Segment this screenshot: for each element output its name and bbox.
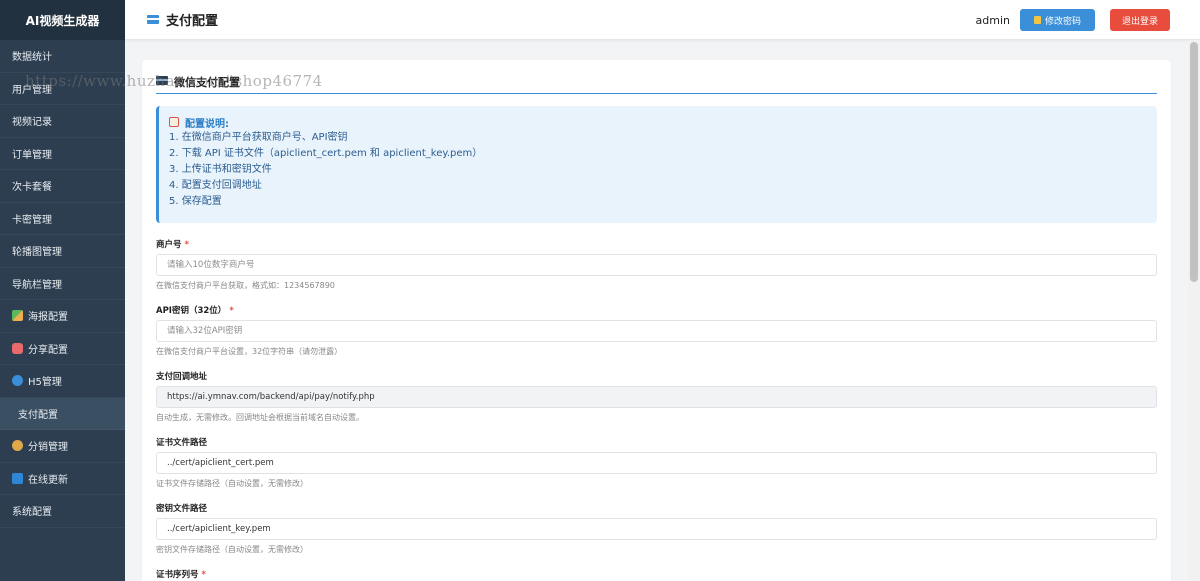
credit-card-icon	[147, 15, 159, 24]
config-info-box: 配置说明: 1. 在微信商户平台获取商户号、API密钥 2. 下载 API 证书…	[156, 106, 1157, 223]
key-path-label: 密钥文件路径	[156, 504, 208, 514]
panel-title: 微信支付配置	[156, 74, 1157, 94]
sidebar-item-share[interactable]: 分享配置	[0, 333, 125, 365]
sidebar-item-card-keys[interactable]: 卡密管理	[0, 203, 125, 235]
sidebar-item-label: 分享配置	[28, 344, 68, 356]
sidebar: AI视频生成器 数据统计 用户管理 视频记录 订单管理 次卡套餐 卡密管理 轮播…	[0, 0, 125, 581]
cert-path-label: 证书文件路径	[156, 438, 208, 448]
page-scrollbar[interactable]	[1188, 40, 1200, 581]
merchant-id-label: 商户号 *	[156, 238, 189, 250]
refresh-icon	[12, 472, 23, 484]
memo-icon	[169, 117, 179, 127]
money-bag-icon	[12, 440, 23, 452]
merchant-id-label-text: 商户号	[156, 240, 182, 250]
sidebar-item-label: 海报配置	[28, 312, 68, 324]
lock-icon	[1033, 16, 1041, 24]
sidebar-item-label: 卡密管理	[12, 214, 52, 226]
sidebar-item-label: 次卡套餐	[12, 182, 52, 194]
sidebar-item-distribution[interactable]: 分销管理	[0, 430, 125, 463]
logout-button[interactable]: 退出登录	[1110, 9, 1170, 31]
poster-icon	[12, 310, 23, 322]
sidebar-item-label: 数据统计	[12, 52, 52, 64]
notify-url-input	[156, 386, 1157, 408]
wechat-pay-card-icon	[156, 76, 168, 85]
page-title-text: 支付配置	[166, 14, 219, 29]
required-mark: *	[184, 240, 189, 250]
sidebar-item-label: 视频记录	[12, 117, 52, 129]
globe-icon	[12, 375, 23, 387]
sidebar-item-dashboard[interactable]: 数据统计	[0, 40, 125, 73]
cert-path-hint: 证书文件存储路径（自动设置，无需修改）	[156, 479, 308, 488]
sidebar-item-users[interactable]: 用户管理	[0, 73, 125, 105]
merchant-id-hint: 在微信支付商户平台获取，格式如：1234567890	[156, 281, 335, 290]
panel-title-text: 微信支付配置	[174, 76, 240, 89]
key-path-input[interactable]	[156, 518, 1157, 540]
sidebar-item-navbar[interactable]: 导航栏管理	[0, 268, 125, 300]
sidebar-item-system[interactable]: 系统配置	[0, 495, 125, 528]
sidebar-item-label: H5管理	[28, 377, 62, 389]
app-brand: AI视频生成器	[0, 0, 125, 40]
scrollbar-thumb[interactable]	[1190, 42, 1198, 282]
page-title: 支付配置	[147, 10, 218, 29]
info-heading: 配置说明:	[169, 114, 1157, 130]
info-heading-text: 配置说明:	[185, 118, 229, 130]
api-key-hint: 在微信支付商户平台设置，32位字符串（请勿泄露）	[156, 347, 343, 356]
notify-url-hint: 自动生成，无需修改。回调地址会根据当前域名自动设置。	[156, 413, 364, 422]
sidebar-item-label: 用户管理	[12, 84, 52, 96]
api-key-label-text: API密钥（32位）	[156, 306, 227, 316]
sidebar-item-label: 在线更新	[28, 474, 68, 486]
top-header: 支付配置 admin 修改密码 退出登录	[125, 0, 1200, 40]
required-mark: *	[201, 570, 206, 580]
sidebar-item-carousel[interactable]: 轮播图管理	[0, 235, 125, 268]
sidebar-item-label: 轮播图管理	[12, 247, 62, 259]
sidebar-item-label: 订单管理	[12, 149, 52, 161]
serial-no-label-text: 证书序列号	[156, 570, 199, 580]
key-path-hint: 密钥文件存储路径（自动设置，无需修改）	[156, 545, 308, 554]
merchant-id-input[interactable]	[156, 254, 1157, 276]
sidebar-item-label: 支付配置	[18, 409, 58, 421]
info-line: 1. 在微信商户平台获取商户号、API密钥	[169, 132, 348, 143]
notify-url-label: 支付回调地址	[156, 372, 208, 382]
required-mark: *	[229, 306, 234, 316]
sidebar-item-update[interactable]: 在线更新	[0, 463, 125, 495]
sidebar-item-payment[interactable]: 支付配置	[0, 397, 125, 430]
info-line: 4. 配置支付回调地址	[169, 180, 262, 191]
api-key-input[interactable]	[156, 320, 1157, 342]
sidebar-item-label: 系统配置	[12, 507, 52, 519]
info-line: 2. 下载 API 证书文件（apiclient_cert.pem 和 apic…	[169, 148, 483, 159]
api-key-label: API密钥（32位） *	[156, 304, 234, 316]
share-icon	[12, 342, 23, 354]
change-password-button[interactable]: 修改密码	[1020, 9, 1095, 31]
sidebar-item-h5[interactable]: H5管理	[0, 365, 125, 398]
sidebar-item-label: 导航栏管理	[12, 279, 62, 291]
wechat-pay-panel: 微信支付配置 配置说明: 1. 在微信商户平台获取商户号、API密钥 2. 下载…	[142, 60, 1171, 581]
admin-username: admin	[975, 13, 1010, 27]
sidebar-item-poster[interactable]: 海报配置	[0, 300, 125, 333]
sidebar-item-label: 分销管理	[28, 442, 68, 454]
sidebar-item-orders[interactable]: 订单管理	[0, 138, 125, 170]
info-line: 5. 保存配置	[169, 196, 222, 207]
change-password-label: 修改密码	[1044, 15, 1081, 26]
info-line: 3. 上传证书和密钥文件	[169, 164, 272, 175]
sidebar-item-packages[interactable]: 次卡套餐	[0, 170, 125, 203]
serial-no-label: 证书序列号 *	[156, 568, 206, 580]
sidebar-item-videos[interactable]: 视频记录	[0, 105, 125, 138]
cert-path-input[interactable]	[156, 452, 1157, 474]
